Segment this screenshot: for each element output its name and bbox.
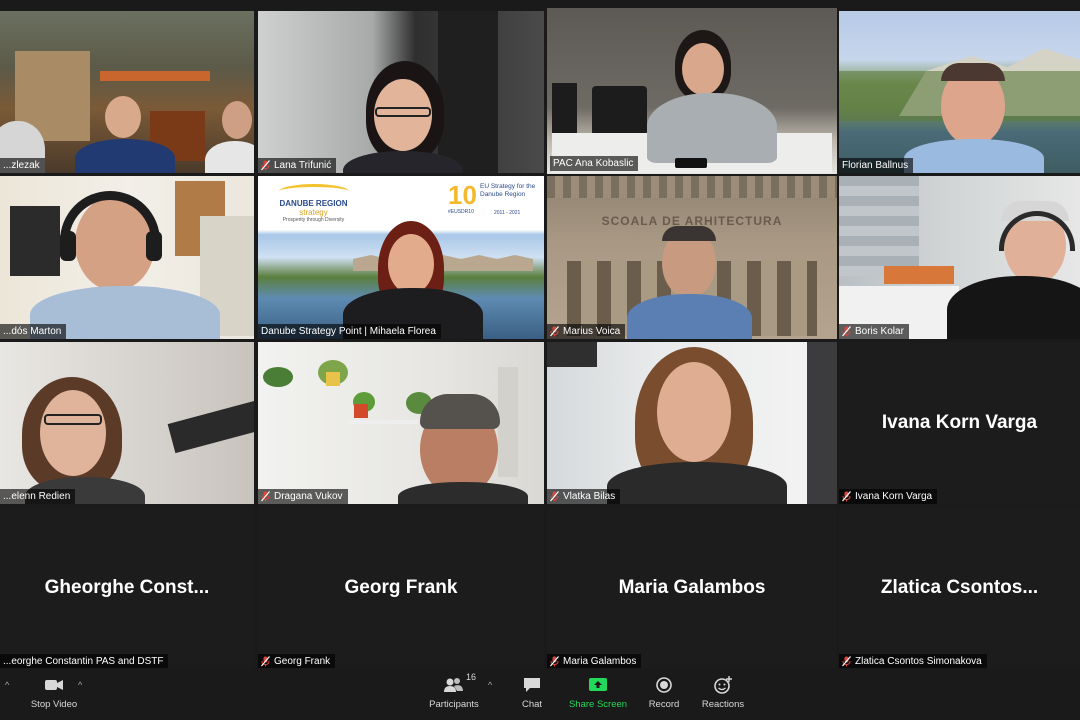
- video-tile[interactable]: Florian Ballnus: [839, 11, 1080, 173]
- name-tag: Vlatka Bilas: [547, 489, 621, 504]
- mic-muted-icon: [550, 656, 559, 667]
- participant-display-name: Ivana Korn Varga: [881, 412, 1038, 433]
- participant-name: Dragana Vukov: [274, 491, 343, 502]
- audio-options-caret-icon[interactable]: ^: [5, 680, 9, 690]
- video-feed: DANUBE REGION strategy Prosperity throug…: [258, 176, 544, 339]
- participant-name: Lana Trifunić: [274, 160, 332, 171]
- video-feed: SCOALA DE ARHITECTURA: [547, 176, 837, 339]
- mic-muted-icon: [550, 491, 559, 502]
- video-tile[interactable]: Boris Kolar: [839, 176, 1080, 339]
- participants-caret-icon[interactable]: ^: [488, 680, 492, 690]
- name-tag: Lana Trifunić: [258, 158, 337, 173]
- participant-name: ...dós Marton: [3, 326, 62, 337]
- name-tag: ...dós Marton: [0, 324, 67, 339]
- name-tag: Zlatica Csontos Simonakova: [839, 654, 987, 669]
- chat-bubble-icon: [515, 674, 549, 696]
- stop-video-button[interactable]: Stop Video: [28, 674, 80, 714]
- mic-muted-icon: [261, 160, 270, 171]
- video-feed: [0, 342, 254, 504]
- name-tag: Marius Voica: [547, 324, 626, 339]
- name-tag: Danube Strategy Point | Mihaela Florea: [258, 324, 441, 339]
- name-tag: PAC Ana Kobaslic: [550, 156, 639, 171]
- participant-name: Florian Ballnus: [842, 160, 909, 171]
- name-tag: ...elenn Redien: [0, 489, 76, 504]
- name-tag: Florian Ballnus: [839, 158, 914, 173]
- participant-name: PAC Ana Kobaslic: [553, 158, 634, 169]
- chat-button[interactable]: Chat: [515, 674, 549, 714]
- participant-name: Boris Kolar: [855, 326, 904, 337]
- video-tile[interactable]: ...elenn Redien: [0, 342, 254, 504]
- video-tile-off[interactable]: Zlatica Csontos... Zlatica Csontos Simon…: [839, 507, 1080, 669]
- name-tag: Maria Galambos: [547, 654, 642, 669]
- participants-icon: 16: [434, 672, 477, 696]
- name-tag: Ivana Korn Varga: [839, 489, 938, 504]
- video-tile-off[interactable]: Gheorghe Const... ...eorghe Constantin P…: [0, 507, 254, 669]
- participant-name: Maria Galambos: [563, 656, 637, 667]
- video-tile[interactable]: SCOALA DE ARHITECTURA Marius Voica: [547, 176, 837, 339]
- mic-muted-icon: [261, 491, 270, 502]
- video-tile[interactable]: Lana Trifunić: [258, 11, 544, 173]
- name-tag: Boris Kolar: [839, 324, 909, 339]
- video-tile-off[interactable]: Georg Frank Georg Frank: [258, 507, 544, 669]
- video-tile-off[interactable]: Maria Galambos Maria Galambos: [547, 507, 837, 669]
- video-tile[interactable]: ...zlezak: [0, 11, 254, 173]
- participant-display-name: Maria Galambos: [618, 577, 766, 598]
- participant-name: Vlatka Bilas: [563, 491, 616, 502]
- participant-name: Marius Voica: [563, 326, 621, 337]
- participant-display-name: Gheorghe Const...: [44, 577, 210, 598]
- participants-count: 16: [466, 672, 477, 682]
- smiley-plus-icon: [700, 674, 746, 696]
- video-feed: [839, 11, 1080, 173]
- video-feed: [258, 11, 544, 173]
- video-feed: [547, 342, 837, 504]
- share-screen-button[interactable]: Share Screen: [567, 674, 629, 714]
- share-screen-icon: [567, 674, 629, 696]
- video-feed: [0, 176, 254, 339]
- participant-name: ...eorghe Constantin PAS and DSTF: [3, 656, 164, 667]
- name-tag: Dragana Vukov: [258, 489, 348, 504]
- meeting-toolbar: ^ Stop Video ^ 16 Participants ^ Chat Sh…: [0, 668, 1080, 720]
- video-tile[interactable]: Dragana Vukov: [258, 342, 544, 504]
- participant-name: ...elenn Redien: [3, 491, 71, 502]
- video-feed: [839, 176, 1080, 339]
- video-feed: [547, 8, 837, 174]
- reactions-button[interactable]: Reactions: [700, 674, 746, 714]
- danube-region-logo: DANUBE REGION strategy Prosperity throug…: [266, 184, 361, 223]
- video-tile[interactable]: Vlatka Bilas: [547, 342, 837, 504]
- participant-display-name: Zlatica Csontos...: [880, 577, 1039, 598]
- participant-name: Ivana Korn Varga: [855, 491, 933, 502]
- name-tag: ...zlezak: [0, 158, 45, 173]
- record-icon: [645, 674, 683, 696]
- name-tag: Georg Frank: [258, 654, 336, 669]
- participant-name: ...zlezak: [3, 160, 40, 171]
- eusdr-anniversary-badge: 10 #EUSDR10 EU Strategy for the Danube R…: [448, 180, 536, 216]
- participant-name: Zlatica Csontos Simonakova: [855, 656, 982, 667]
- mic-muted-icon: [842, 656, 851, 667]
- video-feed: [0, 11, 254, 173]
- mic-muted-icon: [842, 491, 851, 502]
- video-tile-active-speaker[interactable]: PAC Ana Kobaslic: [547, 8, 837, 174]
- video-camera-icon: [28, 674, 80, 696]
- participant-display-name: Georg Frank: [344, 577, 458, 598]
- video-tile[interactable]: DANUBE REGION strategy Prosperity throug…: [258, 176, 544, 339]
- video-tile[interactable]: ...dós Marton: [0, 176, 254, 339]
- video-tile-off[interactable]: Ivana Korn Varga Ivana Korn Varga: [839, 342, 1080, 504]
- record-button[interactable]: Record: [645, 674, 683, 714]
- participants-button[interactable]: 16 Participants: [426, 672, 482, 714]
- video-feed: [258, 342, 544, 504]
- mic-muted-icon: [261, 656, 270, 667]
- video-options-caret-icon[interactable]: ^: [78, 680, 82, 690]
- participant-name: Danube Strategy Point | Mihaela Florea: [261, 326, 436, 337]
- mic-muted-icon: [550, 326, 559, 337]
- name-tag: ...eorghe Constantin PAS and DSTF: [0, 654, 169, 669]
- participant-name: Georg Frank: [274, 656, 331, 667]
- mic-muted-icon: [842, 326, 851, 337]
